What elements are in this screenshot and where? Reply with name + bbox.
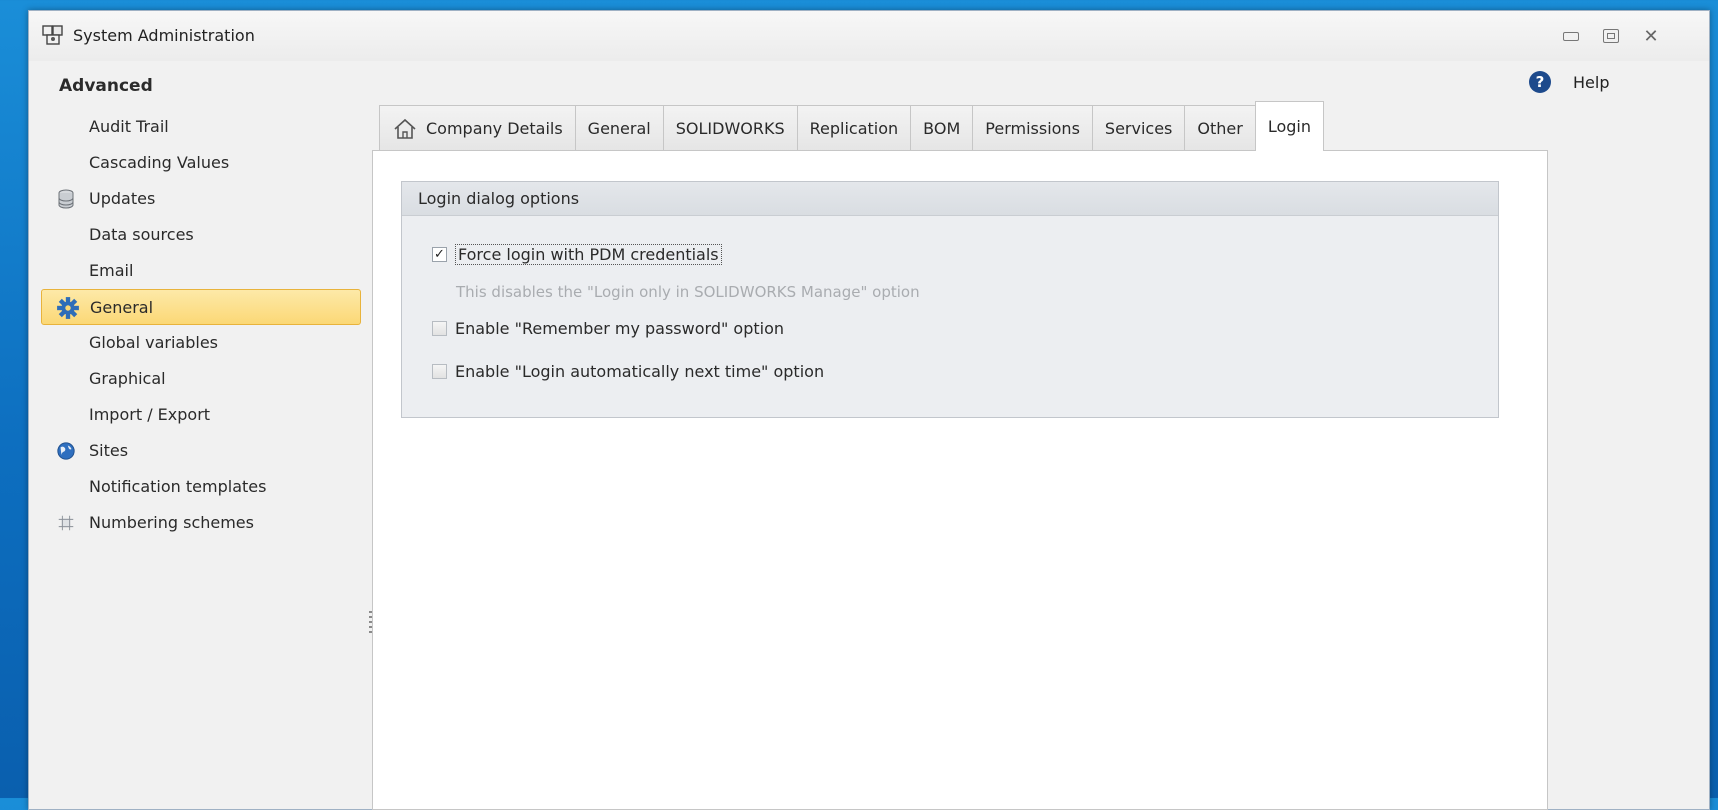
tab-services[interactable]: Services	[1091, 105, 1186, 151]
tab-other[interactable]: Other	[1184, 105, 1256, 151]
sidebar-item-label: Graphical	[89, 369, 166, 388]
login-automatically-checkbox[interactable]	[432, 364, 447, 379]
sidebar-item-label: Notification templates	[89, 477, 267, 496]
remember-password-option[interactable]: Enable "Remember my password" option	[432, 319, 784, 338]
sidebar-nav: Audit Trail Cascading Values Updates Dat…	[41, 109, 361, 541]
sidebar-item-data-sources[interactable]: Data sources	[41, 217, 361, 253]
sidebar-item-numbering-schemes[interactable]: Numbering schemes	[41, 505, 361, 541]
sidebar-item-label: Email	[89, 261, 134, 280]
force-login-hint: This disables the "Login only in SOLIDWO…	[456, 283, 920, 301]
tab-label: Company Details	[426, 119, 563, 138]
sidebar-item-label: Audit Trail	[89, 117, 169, 136]
app-icon	[42, 25, 63, 45]
tab-label: Services	[1104, 119, 1173, 138]
sidebar-item-global-variables[interactable]: Global variables	[41, 325, 361, 361]
sidebar-item-label: General	[90, 298, 154, 317]
login-automatically-label: Enable "Login automatically next time" o…	[455, 362, 825, 381]
maximize-icon	[1603, 29, 1619, 43]
sidebar-item-label: Updates	[89, 189, 156, 208]
tab-label: SOLIDWORKS	[675, 119, 785, 138]
section-title: Advanced	[59, 76, 153, 96]
tab-label: Login	[1267, 117, 1311, 136]
gear-icon	[57, 297, 79, 319]
close-button[interactable]: ✕	[1637, 25, 1665, 47]
sidebar-item-email[interactable]: Email	[41, 253, 361, 289]
tab-company-details[interactable]: Company Details	[379, 105, 576, 151]
tab-label: General	[587, 119, 651, 138]
settings-tabs: Company Details General SOLIDWORKS Repli…	[379, 101, 1324, 151]
sidebar-item-general[interactable]: General	[41, 289, 361, 325]
force-login-option[interactable]: ✓ Force login with PDM credentials	[432, 244, 722, 265]
sidebar-item-label: Sites	[89, 441, 129, 460]
force-login-label: Force login with PDM credentials	[455, 244, 722, 265]
login-tab-panel: Login dialog options ✓ Force login with …	[372, 150, 1548, 810]
help-label: Help	[1573, 72, 1610, 92]
tab-solidworks[interactable]: SOLIDWORKS	[662, 105, 798, 151]
tab-bom[interactable]: BOM	[910, 105, 974, 151]
system-administration-window: System Administration ✕ Advanced ? Help …	[28, 10, 1710, 810]
force-login-checkbox[interactable]: ✓	[432, 247, 447, 262]
grid-icon	[58, 515, 74, 531]
login-automatically-option[interactable]: Enable "Login automatically next time" o…	[432, 362, 824, 381]
tab-label: Other	[1197, 119, 1243, 138]
sidebar-item-import-export[interactable]: Import / Export	[41, 397, 361, 433]
sidebar-item-updates[interactable]: Updates	[41, 181, 361, 217]
sidebar-item-audit-trail[interactable]: Audit Trail	[41, 109, 361, 145]
tab-label: Replication	[809, 119, 899, 138]
sidebar-item-notification-templates[interactable]: Notification templates	[41, 469, 361, 505]
sidebar-item-label: Import / Export	[89, 405, 211, 424]
globe-icon	[57, 442, 75, 460]
sidebar-item-label: Cascading Values	[89, 153, 230, 172]
title-bar[interactable]: System Administration ✕	[29, 11, 1709, 61]
sidebar-item-graphical[interactable]: Graphical	[41, 361, 361, 397]
minimize-button[interactable]	[1557, 25, 1585, 47]
home-icon	[394, 118, 416, 139]
tab-login[interactable]: Login	[1254, 101, 1324, 151]
tab-permissions[interactable]: Permissions	[972, 105, 1093, 151]
close-icon: ✕	[1643, 25, 1659, 47]
tab-label: BOM	[923, 119, 961, 138]
remember-password-checkbox[interactable]	[432, 321, 447, 336]
sidebar-item-label: Global variables	[89, 333, 219, 352]
tab-general[interactable]: General	[574, 105, 664, 151]
minimize-icon	[1563, 31, 1579, 41]
help-link[interactable]: ? Help	[1529, 71, 1609, 93]
tab-label: Permissions	[985, 119, 1080, 138]
maximize-button[interactable]	[1597, 25, 1625, 47]
window-title: System Administration	[73, 26, 255, 45]
group-title: Login dialog options	[402, 182, 1498, 216]
login-dialog-options-group: Login dialog options ✓ Force login with …	[401, 181, 1499, 418]
tab-replication[interactable]: Replication	[796, 105, 912, 151]
sidebar-item-sites[interactable]: Sites	[41, 433, 361, 469]
database-icon	[58, 189, 74, 209]
remember-password-label: Enable "Remember my password" option	[455, 319, 785, 338]
sidebar-item-cascading-values[interactable]: Cascading Values	[41, 145, 361, 181]
help-icon: ?	[1529, 71, 1551, 93]
sidebar-item-label: Numbering schemes	[89, 513, 254, 532]
sidebar-item-label: Data sources	[89, 225, 194, 244]
